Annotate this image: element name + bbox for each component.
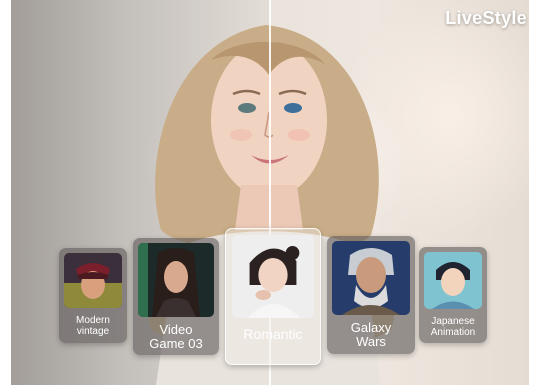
style-thumbnail bbox=[332, 241, 410, 315]
style-label-line2: vintage bbox=[76, 325, 110, 337]
style-thumbnail bbox=[64, 253, 122, 308]
style-label-line1: Video bbox=[159, 322, 193, 337]
style-label-line1: Romantic bbox=[243, 326, 303, 342]
style-card-video-game-03[interactable]: Video Game 03 bbox=[133, 238, 219, 355]
style-card-galaxy-wars[interactable]: Galaxy Wars bbox=[327, 236, 415, 354]
brand-logo: LiveStyle bbox=[445, 8, 527, 28]
style-label-line2: Wars bbox=[356, 333, 386, 349]
style-card-japanese-animation[interactable]: Japanese Animation bbox=[419, 247, 487, 343]
style-thumbnail bbox=[424, 252, 482, 309]
style-label-line2: Animation bbox=[430, 326, 476, 338]
style-card-modern-vintage[interactable]: Modern vintage bbox=[59, 248, 127, 343]
preview-canvas: LiveStyle Modern vintage Video Game 03 R… bbox=[11, 0, 529, 385]
style-thumbnail bbox=[232, 235, 314, 318]
style-thumbnail bbox=[138, 243, 214, 317]
style-card-romantic[interactable]: Romantic bbox=[225, 228, 321, 365]
style-label-line1: Galaxy bbox=[350, 320, 392, 335]
style-label-line2: Game 03 bbox=[149, 335, 203, 351]
style-label-line1: Modern bbox=[76, 315, 110, 326]
style-label-line1: Japanese bbox=[431, 316, 475, 327]
